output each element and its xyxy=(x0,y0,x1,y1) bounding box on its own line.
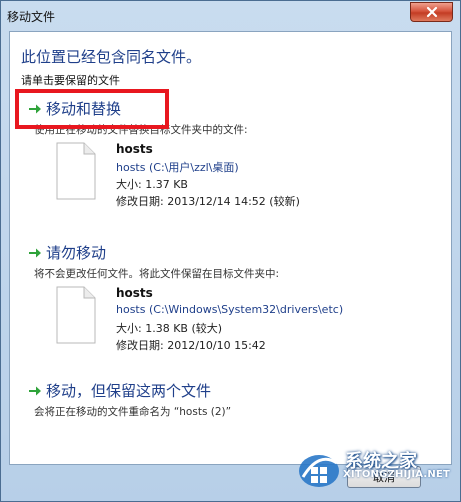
file-date: 修改日期: 2012/10/10 15:42 xyxy=(116,339,266,352)
title-bar[interactable]: 移动文件 xyxy=(1,1,460,31)
dialog-window: 移动文件 此位置已经包含同名文件。 请单击要保留的文件 移动和替换 使用正在移动… xyxy=(0,0,461,502)
file-name: hosts xyxy=(116,142,153,156)
option-dont-move[interactable]: 请勿移动 将不会更改任何文件。将此文件保留在目标文件夹中: hosts host… xyxy=(10,242,451,358)
close-button[interactable] xyxy=(410,2,453,22)
file-info: hosts hosts (C:\用户\zzl\桌面) 大小: 1.37 KB 修… xyxy=(56,142,356,212)
option-title: 移动，但保留这两个文件 xyxy=(46,382,212,400)
dialog-subheading: 请单击要保留的文件 xyxy=(21,74,120,87)
watermark-url: XITONGZHIJIA.NET xyxy=(343,469,451,480)
option-description: 将不会更改任何文件。将此文件保留在目标文件夹中: xyxy=(34,268,280,280)
file-size: 大小: 1.37 KB xyxy=(116,178,188,191)
file-icon xyxy=(56,286,96,344)
dialog-heading: 此位置已经包含同名文件。 xyxy=(21,48,202,66)
option-keep-both[interactable]: 移动，但保留这两个文件 会将正在移动的文件重命名为 “hosts (2)” xyxy=(10,380,451,424)
file-path: hosts (C:\用户\zzl\桌面) xyxy=(116,161,239,174)
green-arrow-icon xyxy=(29,386,41,395)
watermark: 系统之家 XITONGZHIJIA.NET xyxy=(297,447,457,497)
option-title: 请勿移动 xyxy=(46,244,107,262)
file-date: 修改日期: 2013/12/14 14:52 (较新) xyxy=(116,195,300,208)
file-name: hosts xyxy=(116,286,153,300)
option-header: 请勿移动 xyxy=(28,242,106,263)
file-size: 大小: 1.38 KB (较大) xyxy=(116,322,223,335)
watermark-logo-icon xyxy=(299,455,339,487)
window-title: 移动文件 xyxy=(7,10,56,24)
highlight-annotation-box xyxy=(15,89,169,129)
file-path: hosts (C:\Windows\System32\drivers\etc) xyxy=(116,303,344,316)
close-icon xyxy=(426,6,437,18)
option-description: 会将正在移动的文件重命名为 “hosts (2)” xyxy=(34,406,232,418)
option-header: 移动，但保留这两个文件 xyxy=(28,380,211,401)
file-info: hosts hosts (C:\Windows\System32\drivers… xyxy=(56,286,356,356)
green-arrow-icon xyxy=(29,248,41,257)
dialog-content: 此位置已经包含同名文件。 请单击要保留的文件 移动和替换 使用正在移动的文件替换… xyxy=(9,31,452,465)
file-icon xyxy=(56,142,96,200)
